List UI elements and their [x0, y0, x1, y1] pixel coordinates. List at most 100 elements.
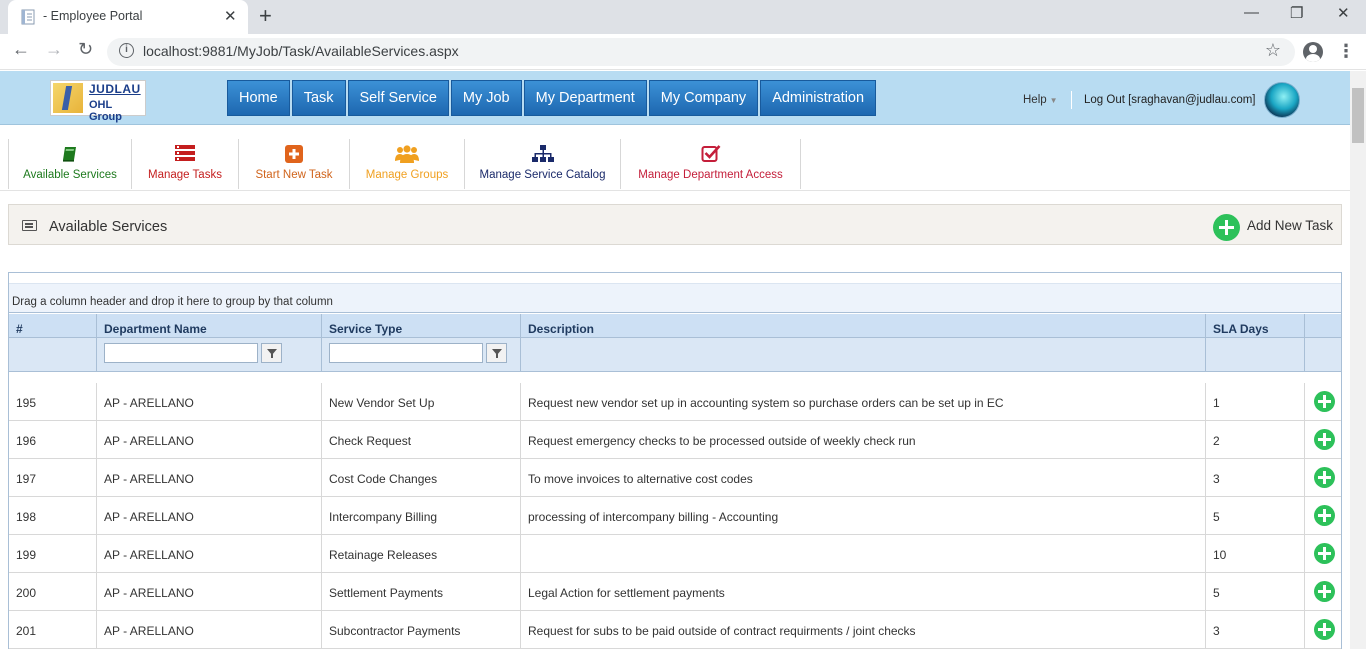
browser-tab[interactable]: - Employee Portal ✕	[8, 0, 248, 34]
action-start-new-task[interactable]: Start New Task	[239, 139, 350, 189]
group-by-panel[interactable]: Drag a column header and drop it here to…	[9, 283, 1341, 313]
nav-task[interactable]: Task	[291, 80, 346, 116]
filter-cell-id	[9, 338, 97, 371]
cell-service-type: Retainage Releases	[322, 535, 521, 573]
bookmark-star-icon[interactable]: ☆	[1265, 40, 1281, 61]
column-header-service-type[interactable]: Service Type	[322, 314, 521, 337]
filter-icon[interactable]	[486, 343, 507, 363]
scrollbar-thumb[interactable]	[1352, 88, 1364, 143]
column-header-id[interactable]: #	[9, 314, 97, 337]
cell-service-type: Settlement Payments	[322, 573, 521, 611]
logo-text-secondary: OHL Group	[89, 99, 122, 123]
forward-icon[interactable]: →	[45, 39, 63, 60]
nav-my-company[interactable]: My Company	[648, 80, 759, 116]
cell-service-type: Intercompany Billing	[322, 497, 521, 535]
cell-department: AP - ARELLANO	[97, 535, 322, 573]
add-task-icon[interactable]	[1314, 543, 1335, 564]
cell-description: processing of intercompany billing - Acc…	[521, 497, 1206, 535]
department-filter-input[interactable]	[104, 343, 258, 363]
cell-sla-days: 2	[1206, 421, 1305, 459]
plus-square-icon	[285, 145, 303, 163]
company-logo[interactable]: JUDLAU OHL Group	[50, 80, 146, 123]
filter-icon[interactable]	[261, 343, 282, 363]
add-task-icon[interactable]	[1314, 391, 1335, 412]
add-circle-icon	[1213, 214, 1240, 241]
add-task-icon[interactable]	[1314, 429, 1335, 450]
minimize-icon[interactable]: —	[1244, 4, 1259, 21]
column-header-department[interactable]: Department Name	[97, 314, 322, 337]
address-bar[interactable]: i localhost:9881/MyJob/Task/AvailableSer…	[107, 38, 1295, 66]
cell-service-type: Subcontractor Payments	[322, 611, 521, 649]
section-title: Available Services	[49, 219, 168, 235]
cell-sla-days: 3	[1206, 611, 1305, 649]
cell-description: To move invoices to alternative cost cod…	[521, 459, 1206, 497]
action-available-services[interactable]: Available Services	[8, 139, 132, 189]
table-row[interactable]: 196 AP - ARELLANO Check Request Request …	[9, 421, 1341, 459]
back-icon[interactable]: ←	[12, 39, 30, 60]
cell-department: AP - ARELLANO	[97, 611, 322, 649]
address-url[interactable]: localhost:9881/MyJob/Task/AvailableServi…	[143, 43, 459, 59]
cell-description: Legal Action for settlement payments	[521, 573, 1206, 611]
app-header: JUDLAU OHL Group Home Task Self Service …	[0, 71, 1350, 125]
page-scrollbar[interactable]	[1350, 71, 1366, 649]
action-manage-groups[interactable]: Manage Groups	[350, 139, 465, 189]
nav-my-job[interactable]: My Job	[450, 80, 522, 116]
cell-service-type: Cost Code Changes	[322, 459, 521, 497]
add-task-icon[interactable]	[1314, 505, 1335, 526]
close-tab-icon[interactable]: ✕	[224, 7, 237, 25]
table-row[interactable]: 201 AP - ARELLANO Subcontractor Payments…	[9, 611, 1341, 649]
add-new-task-label: Add New Task	[1247, 218, 1334, 233]
help-label: Help	[1023, 94, 1047, 106]
user-avatar[interactable]	[1264, 82, 1300, 118]
table-row[interactable]: 198 AP - ARELLANO Intercompany Billing p…	[9, 497, 1341, 535]
browser-menu-icon[interactable]: ⋮	[1337, 41, 1355, 62]
cell-id: 198	[9, 497, 97, 535]
add-task-icon[interactable]	[1314, 619, 1335, 640]
filter-cell-actions	[1305, 338, 1341, 371]
action-label: Manage Groups	[365, 169, 449, 181]
browser-tabstrip: - Employee Portal ✕ + — ❐ ✕	[0, 0, 1366, 34]
add-task-icon[interactable]	[1314, 467, 1335, 488]
table-row[interactable]: 200 AP - ARELLANO Settlement Payments Le…	[9, 573, 1341, 611]
nav-my-department[interactable]: My Department	[523, 80, 647, 116]
header-divider	[1071, 91, 1072, 109]
restore-icon[interactable]: ❐	[1290, 4, 1303, 22]
action-manage-tasks[interactable]: Manage Tasks	[132, 139, 239, 189]
group-icon	[395, 145, 419, 163]
table-row[interactable]: 199 AP - ARELLANO Retainage Releases 10	[9, 535, 1341, 573]
filter-cell-department	[97, 338, 322, 371]
service-type-filter-input[interactable]	[329, 343, 483, 363]
logout-link[interactable]: Log Out [sraghavan@judlau.com]	[1084, 94, 1256, 106]
reload-icon[interactable]: ↻	[78, 39, 93, 60]
cell-department: AP - ARELLANO	[97, 573, 322, 611]
table-row[interactable]: 197 AP - ARELLANO Cost Code Changes To m…	[9, 459, 1341, 497]
action-manage-service-catalog[interactable]: Manage Service Catalog	[465, 139, 621, 189]
site-info-icon[interactable]: i	[119, 43, 134, 58]
cell-description: Request new vendor set up in accounting …	[521, 383, 1206, 421]
cell-service-type: Check Request	[322, 421, 521, 459]
column-header-sla-days[interactable]: SLA Days	[1206, 314, 1305, 337]
page-icon	[21, 9, 35, 25]
nav-administration[interactable]: Administration	[760, 80, 877, 116]
filter-cell-sla	[1206, 338, 1305, 371]
action-manage-department-access[interactable]: Manage Department Access	[621, 139, 801, 189]
nav-home[interactable]: Home	[227, 80, 290, 116]
table-row[interactable]: 195 AP - ARELLANO New Vendor Set Up Requ…	[9, 383, 1341, 421]
list-box-icon	[22, 220, 37, 231]
nav-self-service[interactable]: Self Service	[347, 80, 449, 116]
main-nav: Home Task Self Service My Job My Departm…	[227, 80, 877, 116]
new-tab-icon[interactable]: +	[259, 3, 272, 29]
column-header-description[interactable]: Description	[521, 314, 1206, 337]
cell-id: 195	[9, 383, 97, 421]
cell-sla-days: 3	[1206, 459, 1305, 497]
action-label: Manage Department Access	[638, 169, 783, 181]
caret-down-icon: ▼	[1049, 96, 1058, 105]
services-grid: Drag a column header and drop it here to…	[8, 272, 1342, 649]
profile-icon[interactable]	[1303, 42, 1323, 62]
add-task-icon[interactable]	[1314, 581, 1335, 602]
tab-title: - Employee Portal	[43, 9, 143, 23]
logo-text-primary: JUDLAU	[89, 82, 141, 96]
close-window-icon[interactable]: ✕	[1337, 4, 1350, 22]
cell-department: AP - ARELLANO	[97, 459, 322, 497]
help-menu[interactable]: Help ▼	[1023, 94, 1058, 106]
